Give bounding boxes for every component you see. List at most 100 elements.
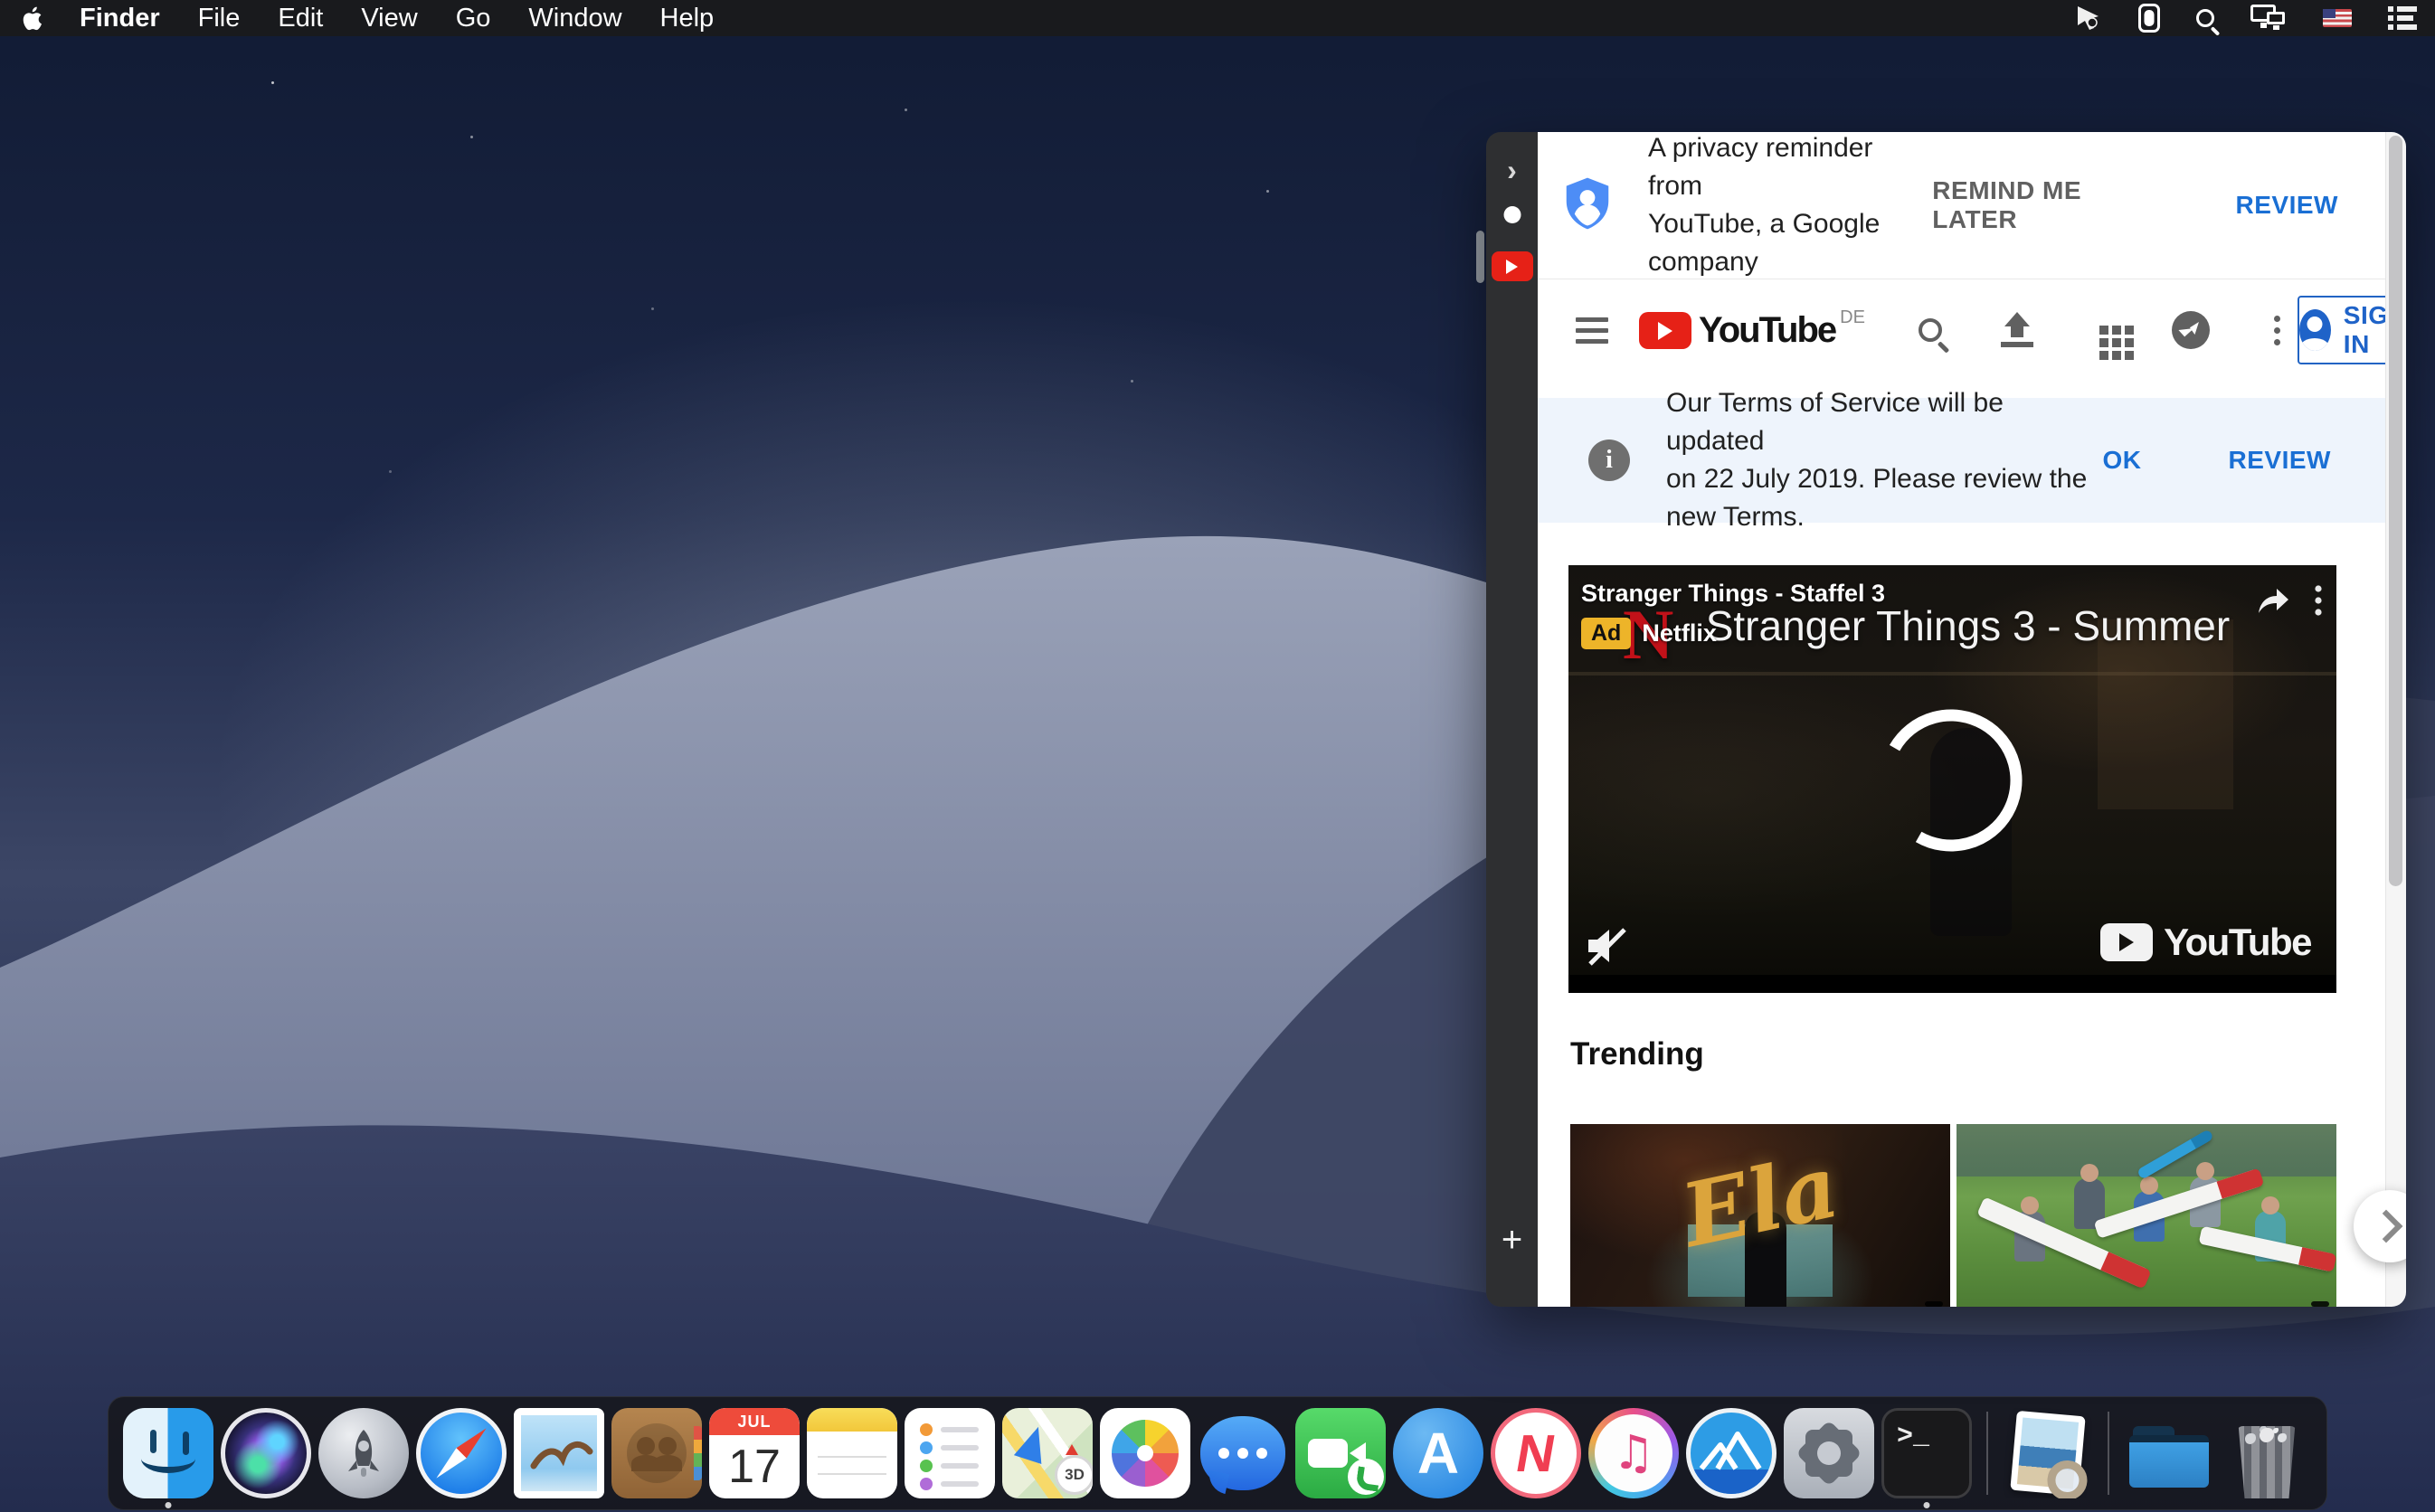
dock-notes[interactable] bbox=[805, 1406, 899, 1500]
display-mirroring-icon[interactable] bbox=[2250, 2, 2287, 34]
device-icon[interactable] bbox=[2138, 2, 2160, 34]
advertiser-name[interactable]: Netflix bbox=[1642, 619, 1717, 647]
privacy-banner: A privacy reminder from YouTube, a Googl… bbox=[1538, 132, 2385, 279]
list-icon[interactable] bbox=[2388, 2, 2417, 34]
menu-view[interactable]: View bbox=[361, 4, 417, 33]
info-icon: i bbox=[1588, 439, 1630, 481]
youtube-app-icon[interactable] bbox=[1492, 251, 1533, 281]
collapse-chevron-icon[interactable]: › bbox=[1486, 154, 1538, 187]
dock-mountain-app[interactable] bbox=[1684, 1406, 1778, 1500]
privacy-banner-actions: REMIND ME LATER REVIEW bbox=[1932, 176, 2385, 234]
trending-thumbnail-2[interactable] bbox=[1957, 1124, 2336, 1307]
avatar-icon bbox=[2299, 309, 2331, 351]
menu-bar: Finder File Edit View Go Window Help bbox=[0, 0, 2435, 36]
upload-icon[interactable] bbox=[1997, 310, 2037, 350]
calendar-day: 17 bbox=[709, 1435, 800, 1498]
menu-edit[interactable]: Edit bbox=[278, 4, 323, 33]
terms-text: Our Terms of Service will be updated on … bbox=[1666, 384, 2103, 536]
spotlight-search-icon[interactable] bbox=[2196, 2, 2214, 34]
dock-siri[interactable] bbox=[219, 1406, 313, 1500]
mute-icon[interactable] bbox=[1585, 924, 1630, 968]
youtube-logo[interactable]: YouTube DE bbox=[1639, 309, 1865, 351]
trending-thumbnail-1[interactable]: Ela bbox=[1570, 1124, 1950, 1307]
dock-photos[interactable] bbox=[1098, 1406, 1192, 1500]
terminal-prompt-glyph: >_ bbox=[1897, 1422, 1929, 1452]
privacy-shield-icon bbox=[1559, 175, 1615, 236]
dock-facetime[interactable] bbox=[1293, 1406, 1388, 1500]
loading-spinner bbox=[1874, 704, 2028, 857]
dock-finder[interactable] bbox=[121, 1406, 215, 1500]
dock-downloads-folder[interactable] bbox=[2122, 1406, 2216, 1500]
dock-system-preferences[interactable] bbox=[1782, 1406, 1876, 1500]
dock-messages[interactable] bbox=[1196, 1406, 1290, 1500]
dock-terminal[interactable]: >_ bbox=[1880, 1406, 1974, 1500]
ad-title[interactable]: Stranger Things - Staffel 3 bbox=[1581, 580, 1885, 608]
terms-notice: i Our Terms of Service will be updated o… bbox=[1538, 398, 2385, 523]
apple-menu-icon[interactable] bbox=[18, 3, 49, 33]
dock: JUL 17 3D A N ♫ bbox=[108, 1396, 2327, 1510]
youtube-panel-window: › + A privacy reminder from YouTube, a G… bbox=[1486, 132, 2406, 1307]
status-icons bbox=[2075, 2, 2417, 34]
dock-reminders[interactable] bbox=[903, 1406, 997, 1500]
terms-ok-button[interactable]: OK bbox=[2103, 446, 2142, 475]
calendar-month: JUL bbox=[709, 1408, 800, 1435]
player-more-icon[interactable] bbox=[2315, 585, 2322, 618]
dock-news[interactable]: N bbox=[1489, 1406, 1583, 1500]
youtube-navbar: YouTube DE SIGN IN bbox=[1538, 280, 2385, 380]
itunes-note-glyph: ♫ bbox=[1613, 1426, 1655, 1480]
menu-help[interactable]: Help bbox=[660, 4, 715, 33]
youtube-content: A privacy reminder from YouTube, a Googl… bbox=[1538, 132, 2385, 1307]
app-store-glyph: A bbox=[1417, 1420, 1459, 1487]
dock-mail[interactable] bbox=[512, 1406, 606, 1500]
video-overlay-title: Stranger Things 3 - Summer bbox=[1706, 601, 2231, 650]
messages-icon[interactable] bbox=[2171, 310, 2211, 350]
watermark-text: YouTube bbox=[2164, 921, 2311, 964]
dock-contacts[interactable] bbox=[610, 1406, 704, 1500]
dock-preview[interactable] bbox=[2001, 1406, 2095, 1500]
dock-separator bbox=[2108, 1412, 2109, 1495]
dock-safari[interactable] bbox=[414, 1406, 508, 1500]
scrollbar-thumb[interactable] bbox=[2389, 136, 2402, 886]
video-player[interactable]: Stranger Things - Staffel 3 N Ad Netflix… bbox=[1568, 565, 2336, 993]
panel-scrollbar[interactable] bbox=[2385, 132, 2406, 1307]
player-top-icons bbox=[2255, 585, 2322, 618]
youtube-region-label: DE bbox=[1840, 307, 1865, 328]
terms-review-button[interactable]: REVIEW bbox=[2229, 446, 2331, 475]
menu-go[interactable]: Go bbox=[456, 4, 491, 33]
dock-calendar[interactable]: JUL 17 bbox=[707, 1406, 801, 1500]
share-icon[interactable] bbox=[2255, 586, 2291, 617]
remind-me-later-button[interactable]: REMIND ME LATER bbox=[1932, 176, 2170, 234]
panel-edge-handle[interactable] bbox=[1476, 231, 1484, 283]
panel-sidebar-strip: › + bbox=[1486, 132, 1538, 1307]
privacy-review-button[interactable]: REVIEW bbox=[2236, 191, 2338, 220]
more-options-icon[interactable] bbox=[2258, 310, 2298, 350]
add-app-button[interactable]: + bbox=[1486, 1222, 1538, 1258]
youtube-play-icon bbox=[1639, 312, 1691, 349]
apps-grid-icon[interactable] bbox=[2084, 310, 2124, 350]
menu-file[interactable]: File bbox=[198, 4, 241, 33]
search-icon[interactable] bbox=[1910, 310, 1950, 350]
active-app-name[interactable]: Finder bbox=[80, 4, 160, 33]
remote-cursor-icon[interactable] bbox=[2075, 2, 2102, 34]
youtube-watermark[interactable]: YouTube bbox=[2100, 921, 2311, 964]
desktop: Finder File Edit View Go Window Help › + bbox=[0, 0, 2435, 1512]
ad-row: Ad Netflix bbox=[1581, 618, 1717, 649]
terms-actions: OK REVIEW bbox=[2103, 446, 2385, 475]
maps-3d-badge: 3D bbox=[1055, 1455, 1093, 1495]
dock-launchpad[interactable] bbox=[317, 1406, 411, 1500]
dock-separator bbox=[1986, 1412, 1988, 1495]
duration-badge bbox=[2311, 1301, 2329, 1307]
news-glyph: N bbox=[1511, 1423, 1560, 1484]
ad-badge: Ad bbox=[1581, 618, 1631, 649]
dock-app-store[interactable]: A bbox=[1391, 1406, 1485, 1500]
trending-next-button[interactable] bbox=[2354, 1190, 2406, 1262]
trending-heading: Trending bbox=[1570, 1036, 1704, 1073]
duration-badge bbox=[1925, 1301, 1943, 1307]
us-flag-input-icon[interactable] bbox=[2323, 2, 2352, 34]
hamburger-menu-icon[interactable] bbox=[1576, 311, 1608, 350]
dock-itunes[interactable]: ♫ bbox=[1587, 1406, 1681, 1500]
menu-window[interactable]: Window bbox=[528, 4, 621, 33]
active-dot-indicator[interactable] bbox=[1503, 206, 1521, 223]
dock-maps[interactable]: 3D bbox=[1000, 1406, 1094, 1500]
dock-trash[interactable] bbox=[2220, 1406, 2314, 1500]
